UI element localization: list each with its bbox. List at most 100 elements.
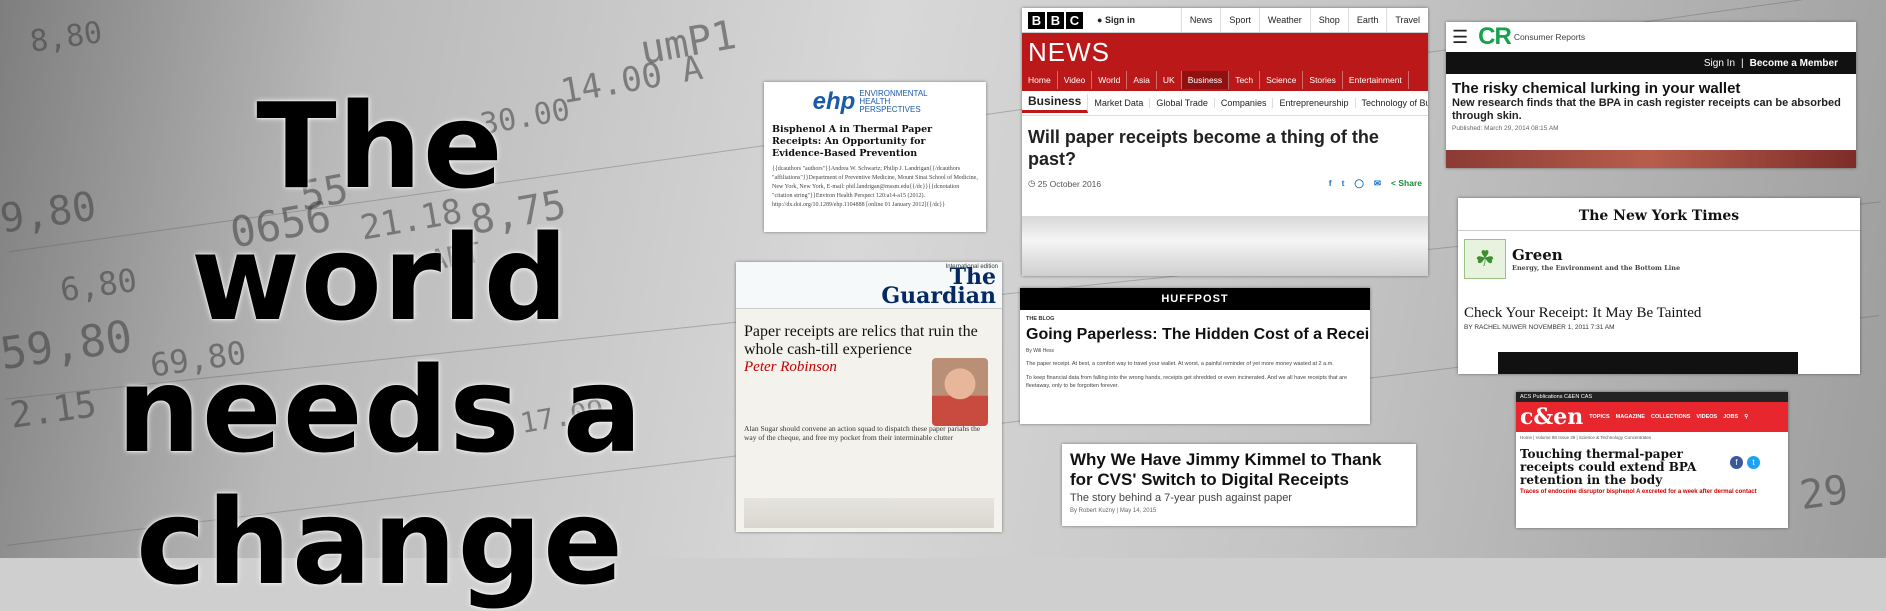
cvs-headline: Why We Have Jimmy Kimmel to Thank for CV… — [1070, 450, 1382, 489]
headline-line: The world — [190, 77, 570, 347]
bbc-nav-item[interactable]: Stories — [1303, 71, 1343, 89]
cvs-byline: By Robert Kuzny | May 14, 2015 — [1070, 508, 1157, 514]
bbc-nav-item[interactable]: UK — [1157, 71, 1182, 89]
bbc-nav-item[interactable]: Asia — [1127, 71, 1157, 89]
bbc-sub-nav-item[interactable]: Technology of Bu — [1356, 98, 1429, 108]
cr-sign-in-link[interactable]: Sign In — [1704, 58, 1735, 69]
cr-account-bar: Sign In | Become a Member — [1446, 52, 1856, 74]
cen-dek: Traces of endocrine disruptor bisphenol … — [1520, 489, 1757, 495]
twitter-icon[interactable]: t — [1747, 456, 1760, 469]
headline-line: change — [135, 473, 625, 611]
bbc-top-nav: News Sport Weather Shop Earth Travel — [1180, 8, 1428, 32]
messenger-icon[interactable]: ◯ — [1354, 178, 1364, 189]
bbc-article-card[interactable]: B B C ● Sign in News Sport Weather Shop … — [1022, 8, 1428, 276]
bbc-sign-in-label: Sign in — [1104, 15, 1135, 25]
bbc-top-nav-item[interactable]: Sport — [1220, 8, 1259, 32]
nyt-video[interactable] — [1498, 352, 1798, 374]
bbc-news-brand[interactable]: NEWS — [1022, 33, 1428, 65]
cen-nav: TOPICS MAGAZINE COLLECTIONS VIDEOS JOBS … — [1589, 414, 1748, 420]
huffpost-headline: Going Paperless: The Hidden Cost of a Re… — [1026, 326, 1370, 343]
bbc-receipt-photo — [1022, 216, 1428, 276]
ehp-article-card[interactable]: ehp ENVIRONMENTAL HEALTH PERSPECTIVES Bi… — [764, 82, 986, 232]
cen-nav-item[interactable]: TOPICS — [1589, 414, 1609, 420]
huffpost-article-card[interactable]: HUFFPOST THE BLOG Going Paperless: The H… — [1020, 288, 1370, 424]
guardian-logo[interactable]: The Guardian — [881, 266, 996, 309]
facebook-icon[interactable]: f — [1329, 178, 1332, 189]
guardian-masthead: International edition The Guardian — [736, 262, 1002, 309]
email-icon[interactable]: ✉ — [1374, 178, 1381, 189]
twitter-icon[interactable]: t — [1342, 178, 1345, 189]
search-icon[interactable]: ⚲ — [1744, 414, 1748, 420]
bbc-nav-item-active[interactable]: Business — [1181, 71, 1230, 89]
cen-article-card[interactable]: ACS Publications C&EN CAS c&en TOPICS MA… — [1516, 392, 1788, 528]
facebook-icon[interactable]: f — [1730, 456, 1743, 469]
nyt-article-card[interactable]: The New York Times ☘ Green Energy, the E… — [1458, 198, 1860, 374]
bbc-top-nav-item[interactable]: News — [1180, 8, 1221, 32]
bbc-sub-nav-item[interactable]: Entrepreneurship — [1273, 98, 1356, 108]
user-icon: ● — [1097, 15, 1103, 25]
bbc-nav-item[interactable]: Tech — [1229, 71, 1261, 89]
cen-nav-bar: c&en TOPICS MAGAZINE COLLECTIONS VIDEOS … — [1516, 402, 1788, 432]
bbc-top-nav-item[interactable]: Travel — [1386, 8, 1428, 32]
cen-headline: Touching thermal-paper receipts could ex… — [1520, 447, 1697, 487]
huffpost-paragraph: The paper receipt. At best, a comfort wa… — [1026, 361, 1334, 367]
nyt-byline: BY RACHEL NUWER NOVEMBER 1, 2011 7:31 AM — [1464, 324, 1615, 331]
guardian-receipt-photo — [744, 498, 994, 528]
author-photo — [932, 358, 988, 426]
bbc-sub-nav: Business Market Data Global Trade Compan… — [1022, 91, 1428, 116]
huffpost-blog-label: THE BLOG — [1026, 316, 1055, 322]
bbc-nav-item[interactable]: Science — [1260, 71, 1304, 89]
huffpost-brand-bar[interactable]: HUFFPOST — [1020, 288, 1370, 310]
bbc-logo-block: C — [1066, 11, 1083, 29]
bbc-nav-item[interactable]: World — [1092, 71, 1128, 89]
bbc-top-nav-item[interactable]: Weather — [1258, 8, 1310, 32]
bbc-social: f t ◯ ✉ < Share — [1329, 178, 1422, 189]
cen-logo[interactable]: c&en — [1520, 404, 1583, 430]
bbc-top-bar: B B C ● Sign in News Sport Weather Shop … — [1022, 8, 1428, 33]
bg-number: 29 — [1797, 466, 1852, 520]
bbc-sub-nav-item[interactable]: Companies — [1215, 98, 1274, 108]
cvs-subhead: The story behind a 7-year push against p… — [1070, 492, 1292, 504]
bbc-date: 25 October 2016 — [1037, 178, 1102, 189]
guardian-logo-line: Guardian — [881, 283, 996, 309]
cr-dek: New research finds that the BPA in cash … — [1452, 97, 1841, 122]
ehp-title: Bisphenol A in Thermal Paper Receipts: A… — [772, 124, 933, 159]
bbc-top-nav-item[interactable]: Earth — [1347, 8, 1387, 32]
nyt-headline: Check Your Receipt: It May Be Tainted — [1464, 305, 1702, 321]
ehp-logo: ehp ENVIRONMENTAL HEALTH PERSPECTIVES — [772, 88, 978, 116]
cen-nav-item[interactable]: COLLECTIONS — [1651, 414, 1690, 420]
share-button[interactable]: < Share — [1391, 178, 1422, 189]
bbc-sub-nav-item-active[interactable]: Business — [1022, 93, 1089, 113]
nyt-masthead[interactable]: The New York Times — [1458, 208, 1860, 231]
bbc-nav-item[interactable]: Home — [1022, 71, 1058, 89]
bbc-sub-nav-item[interactable]: Market Data — [1088, 98, 1151, 108]
bbc-headline: Will paper receipts become a thing of th… — [1028, 127, 1379, 169]
cr-become-member-link[interactable]: Become a Member — [1750, 58, 1838, 69]
bg-number: 8,80 — [27, 15, 105, 60]
huffpost-paragraph: To keep financial data from falling into… — [1026, 375, 1348, 389]
menu-icon[interactable]: ☰ — [1452, 27, 1468, 48]
bbc-news-banner: NEWS Home Video World Asia UK Business T… — [1022, 33, 1428, 91]
clock-icon: ◷ — [1028, 178, 1036, 188]
cen-nav-item[interactable]: JOBS — [1723, 414, 1738, 420]
green-section-icon: ☘ — [1464, 239, 1506, 279]
cen-breadcrumb: Home | Volume 88 Issue 39 | Science & Te… — [1520, 435, 1652, 440]
bbc-sign-in-link[interactable]: ● Sign in — [1097, 15, 1135, 25]
guardian-article-card[interactable]: International edition The Guardian Paper… — [736, 262, 1002, 532]
bbc-sub-nav-item[interactable]: Global Trade — [1150, 98, 1215, 108]
cen-nav-item[interactable]: MAGAZINE — [1616, 414, 1645, 420]
bbc-nav-item[interactable]: Video — [1058, 71, 1093, 89]
guardian-headline: Paper receipts are relics that ruin the … — [744, 323, 978, 358]
cvs-article-card[interactable]: Why We Have Jimmy Kimmel to Thank for CV… — [1062, 444, 1416, 526]
bbc-nav-item[interactable]: Entertainment — [1343, 71, 1409, 89]
bbc-logo[interactable]: B B C — [1028, 11, 1083, 29]
cen-share-icons: f t — [1730, 456, 1760, 469]
cr-logo[interactable]: CR Consumer Reports — [1478, 23, 1585, 51]
nyt-section-subtitle: Energy, the Environment and the Bottom L… — [1512, 264, 1681, 272]
cen-nav-item[interactable]: VIDEOS — [1696, 414, 1717, 420]
huffpost-byline: By Will Hess — [1026, 348, 1055, 354]
nyt-section-header: ☘ Green Energy, the Environment and the … — [1464, 239, 1854, 279]
bbc-top-nav-item[interactable]: Shop — [1309, 8, 1348, 32]
headline-line: needs a — [116, 341, 644, 479]
cr-article-card[interactable]: ☰ CR Consumer Reports Sign In | Become a… — [1446, 22, 1856, 168]
